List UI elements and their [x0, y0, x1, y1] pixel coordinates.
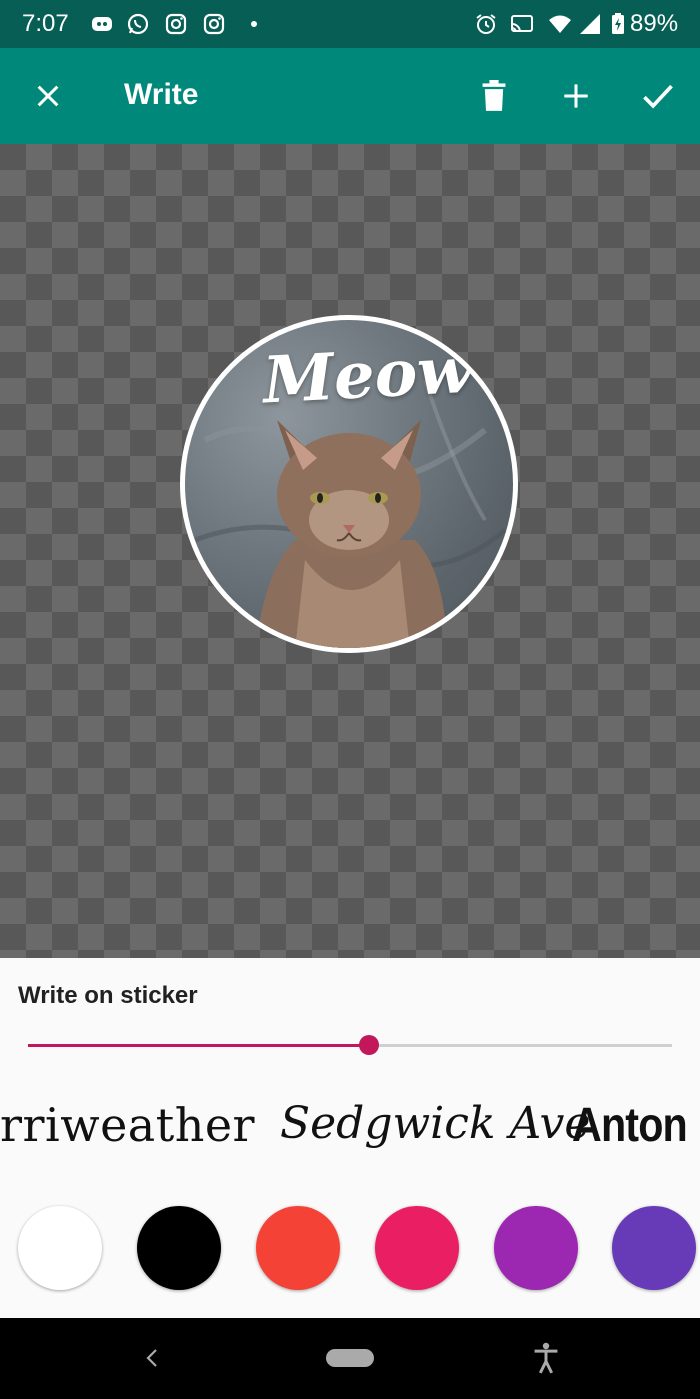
close-icon — [37, 85, 59, 107]
cast-icon — [511, 15, 533, 33]
whatsapp-icon — [127, 13, 149, 35]
dot-icon — [251, 21, 257, 27]
accessibility-icon[interactable] — [532, 1342, 560, 1374]
app-toolbar: Write — [0, 48, 700, 144]
write-panel: Write on sticker rriweather Sedgwick Ave… — [0, 958, 700, 1318]
sticker-text[interactable]: Meow — [261, 333, 474, 419]
color-swatch-red[interactable] — [256, 1206, 340, 1290]
color-swatch-purple[interactable] — [494, 1206, 578, 1290]
font-option-anton[interactable]: Anton — [572, 1098, 688, 1153]
back-icon[interactable] — [142, 1346, 162, 1370]
status-bar: 7:07 89% — [0, 0, 700, 48]
font-option-merriweather[interactable]: rriweather — [0, 1098, 255, 1152]
panel-heading: Write on sticker — [18, 982, 198, 1009]
font-option-sedgwick-ave[interactable]: Sedgwick Ave — [280, 1098, 590, 1149]
done-button[interactable] — [632, 70, 684, 122]
signal-icon — [580, 14, 600, 34]
color-swatch-pink[interactable] — [375, 1206, 459, 1290]
battery-charging-icon — [612, 13, 624, 34]
alarm-icon — [476, 14, 496, 34]
sticker-preview[interactable]: Meow — [180, 315, 518, 653]
wifi-icon — [549, 15, 571, 33]
battery-percentage: 89% — [630, 10, 679, 37]
instagram-icon — [203, 13, 225, 35]
add-button[interactable] — [550, 70, 602, 122]
sticker-canvas: Meow — [0, 144, 700, 958]
size-slider-fill — [28, 1044, 370, 1047]
close-button[interactable] — [22, 70, 74, 122]
size-slider-thumb[interactable] — [359, 1035, 380, 1055]
trash-icon — [482, 80, 506, 111]
discord-icon — [92, 17, 112, 31]
instagram-icon — [165, 13, 187, 35]
delete-button[interactable] — [468, 70, 520, 122]
toolbar-title: Write — [124, 78, 199, 111]
system-nav-bar — [0, 1318, 700, 1399]
color-swatch-black[interactable] — [137, 1206, 221, 1290]
status-time: 7:07 — [22, 10, 69, 37]
color-swatch-deep-purple[interactable] — [612, 1206, 696, 1290]
color-swatch-white[interactable] — [18, 1206, 102, 1290]
plus-icon — [564, 84, 588, 108]
home-pill[interactable] — [326, 1349, 374, 1367]
check-icon — [643, 84, 673, 109]
